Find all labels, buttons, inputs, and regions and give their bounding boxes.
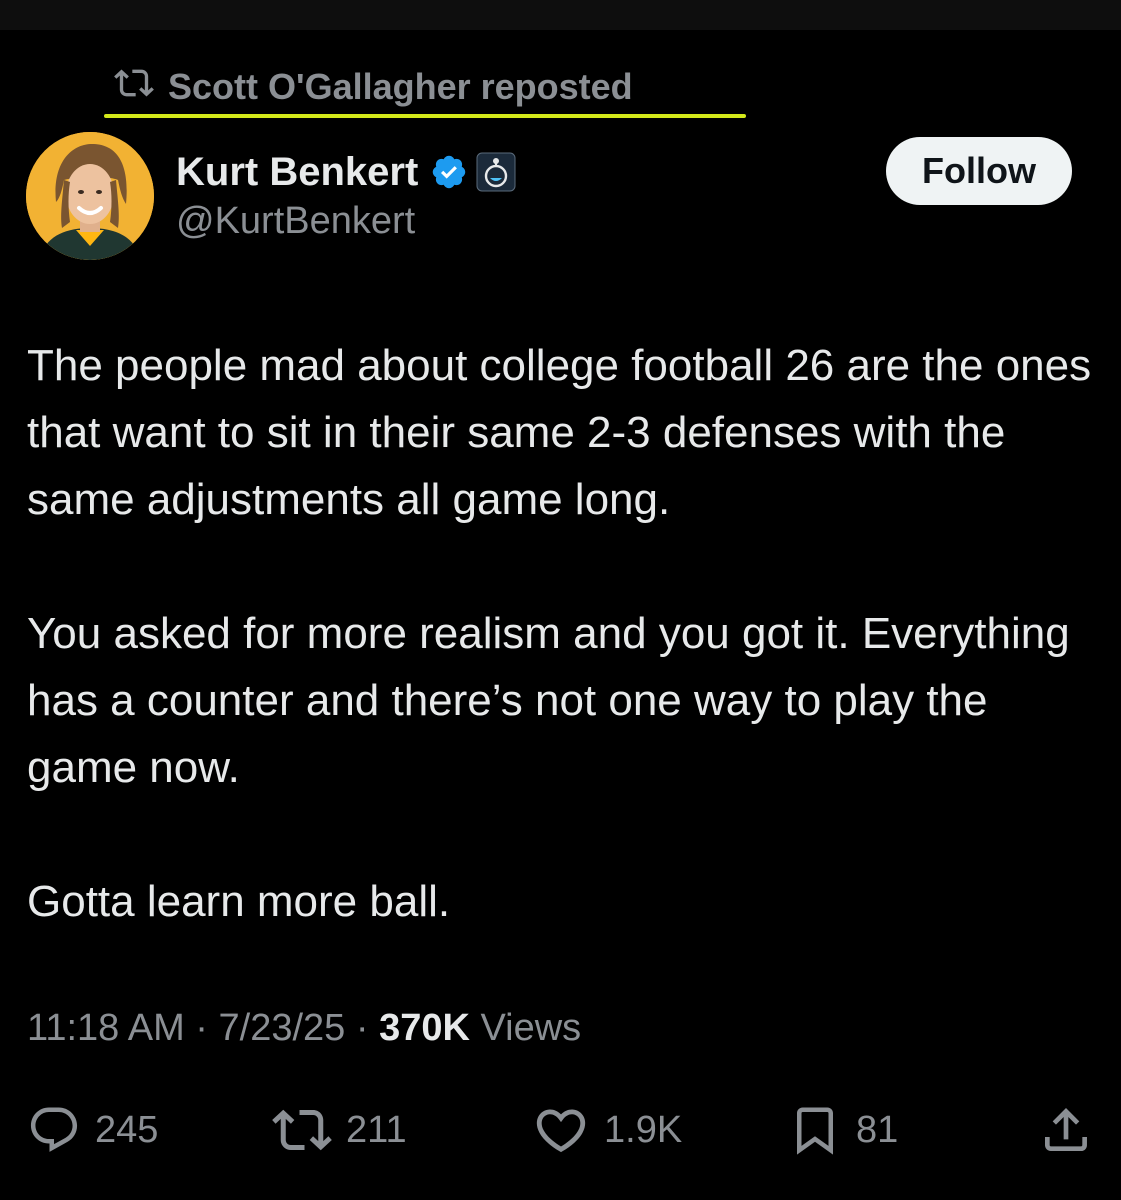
repost-icon: [272, 1100, 332, 1160]
repost-button[interactable]: 211: [272, 1095, 407, 1165]
repost-count: 211: [346, 1108, 407, 1151]
views-label: Views: [469, 1007, 582, 1049]
tweet-meta: 11:18 AM · 7/23/25 · 370K Views: [27, 1007, 581, 1050]
like-count: 1.9K: [604, 1108, 683, 1151]
top-edge-bar: [0, 0, 1121, 30]
heart-icon: [532, 1101, 590, 1159]
tweet-paragraph: You asked for more realism and you got i…: [27, 609, 1070, 792]
tweet-paragraph: The people mad about college football 26…: [27, 341, 1092, 524]
tweet-date[interactable]: 7/23/25: [219, 1007, 346, 1049]
share-button[interactable]: [1038, 1095, 1094, 1165]
views-count: 370K: [379, 1007, 470, 1049]
repost-text: Scott O'Gallagher reposted: [168, 66, 633, 107]
tweet-time[interactable]: 11:18 AM: [27, 1007, 185, 1049]
repost-highlight-underline: [104, 114, 746, 118]
repost-header[interactable]: Scott O'Gallagher reposted: [114, 64, 633, 110]
avatar[interactable]: [26, 132, 154, 260]
share-icon: [1038, 1102, 1094, 1158]
like-button[interactable]: 1.9K: [532, 1095, 682, 1165]
tweet-text: The people mad about college football 26…: [27, 332, 1107, 1002]
verified-badge-icon[interactable]: [430, 153, 468, 191]
meta-separator: ·: [184, 1007, 219, 1049]
reply-button[interactable]: 245: [27, 1095, 158, 1165]
affiliate-badge-icon[interactable]: [476, 152, 516, 192]
action-bar: 245 211 1.9K 81: [0, 1095, 1121, 1165]
follow-button[interactable]: Follow: [886, 137, 1072, 205]
meta-separator: ·: [345, 1007, 380, 1049]
reply-icon: [27, 1103, 81, 1157]
author-display-name[interactable]: Kurt Benkert: [176, 150, 418, 195]
tweet-paragraph: Gotta learn more ball.: [27, 877, 451, 926]
bookmark-icon: [788, 1101, 842, 1159]
bookmark-count: 81: [856, 1108, 899, 1151]
author-handle[interactable]: @KurtBenkert: [176, 200, 415, 243]
repost-icon: [114, 63, 154, 112]
reply-count: 245: [95, 1108, 159, 1151]
author-name-row: Kurt Benkert: [176, 145, 516, 199]
bookmark-button[interactable]: 81: [788, 1095, 898, 1165]
